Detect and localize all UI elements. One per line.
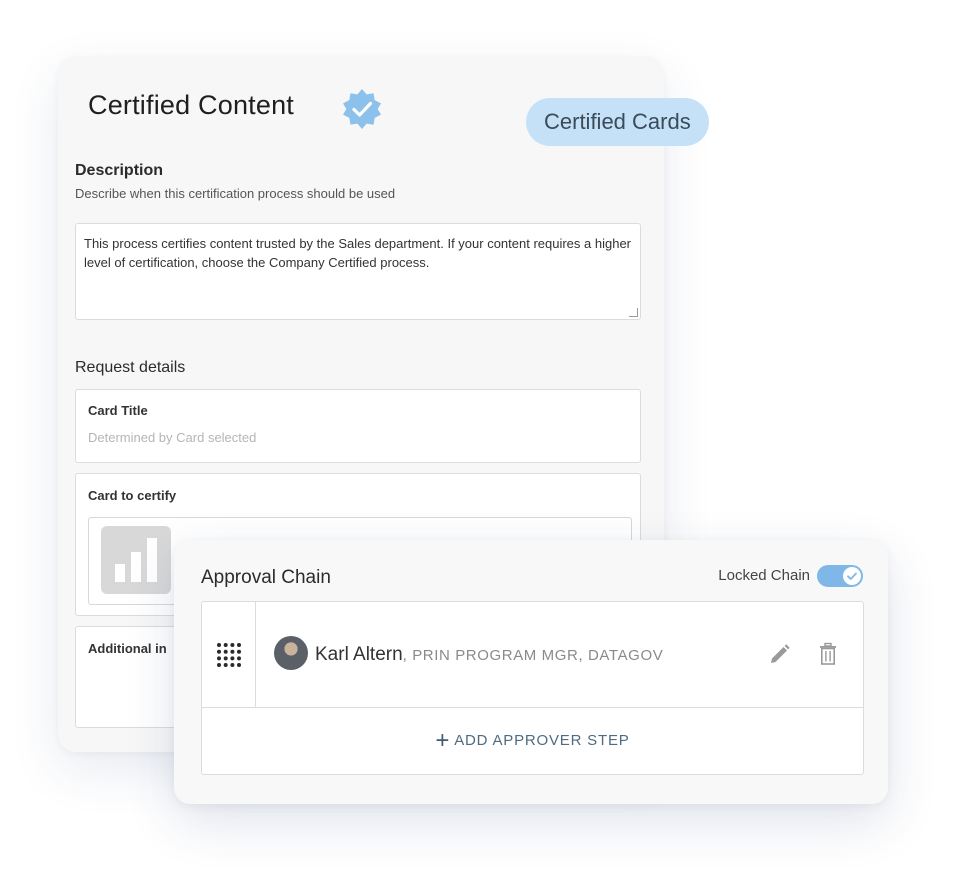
drag-handle[interactable] xyxy=(202,602,256,707)
trash-icon[interactable] xyxy=(818,642,838,671)
card-title-field[interactable]: Card Title Determined by Card selected xyxy=(75,389,641,463)
certified-badge-icon xyxy=(341,88,383,130)
approval-chain-title: Approval Chain xyxy=(201,567,331,588)
description-text: This process certifies content trusted b… xyxy=(84,236,632,270)
locked-chain-label: Locked Chain xyxy=(718,567,810,584)
avatar xyxy=(274,636,308,670)
pencil-icon[interactable] xyxy=(768,642,792,671)
description-subtitle: Describe when this certification process… xyxy=(75,186,396,201)
certified-cards-pill: Certified Cards xyxy=(526,98,709,146)
check-icon xyxy=(843,567,861,585)
locked-chain-toggle[interactable] xyxy=(817,565,863,587)
approver-role: , PRIN PROGRAM MGR, DATAGOV xyxy=(402,647,664,664)
description-heading: Description xyxy=(75,162,164,179)
approval-chain-panel: Approval Chain Locked Chain Karl Altern,… xyxy=(174,540,888,804)
description-textarea[interactable]: This process certifies content trusted b… xyxy=(75,223,641,320)
plus-icon: + xyxy=(435,727,451,754)
request-details-heading: Request details xyxy=(75,359,186,376)
card-to-certify-label: Card to certify xyxy=(88,488,177,503)
add-approver-step-label: ADD APPROVER STEP xyxy=(454,732,630,749)
approval-chain-list: Karl Altern, PRIN PROGRAM MGR, DATAGOV +… xyxy=(201,601,864,775)
card-title-placeholder: Determined by Card selected xyxy=(88,430,257,445)
resize-handle-icon[interactable] xyxy=(629,308,638,317)
card-title-label: Card Title xyxy=(88,403,148,418)
approver-name: Karl Altern xyxy=(315,644,403,665)
bar-chart-icon xyxy=(101,526,171,594)
drag-handle-icon xyxy=(217,643,241,667)
add-approver-step-button[interactable]: + ADD APPROVER STEP xyxy=(202,707,863,775)
page-title: Certified Content xyxy=(88,90,295,120)
approver-row: Karl Altern, PRIN PROGRAM MGR, DATAGOV xyxy=(202,602,863,708)
additional-info-label: Additional in xyxy=(88,641,167,656)
approver-label: Karl Altern, PRIN PROGRAM MGR, DATAGOV xyxy=(315,644,663,666)
